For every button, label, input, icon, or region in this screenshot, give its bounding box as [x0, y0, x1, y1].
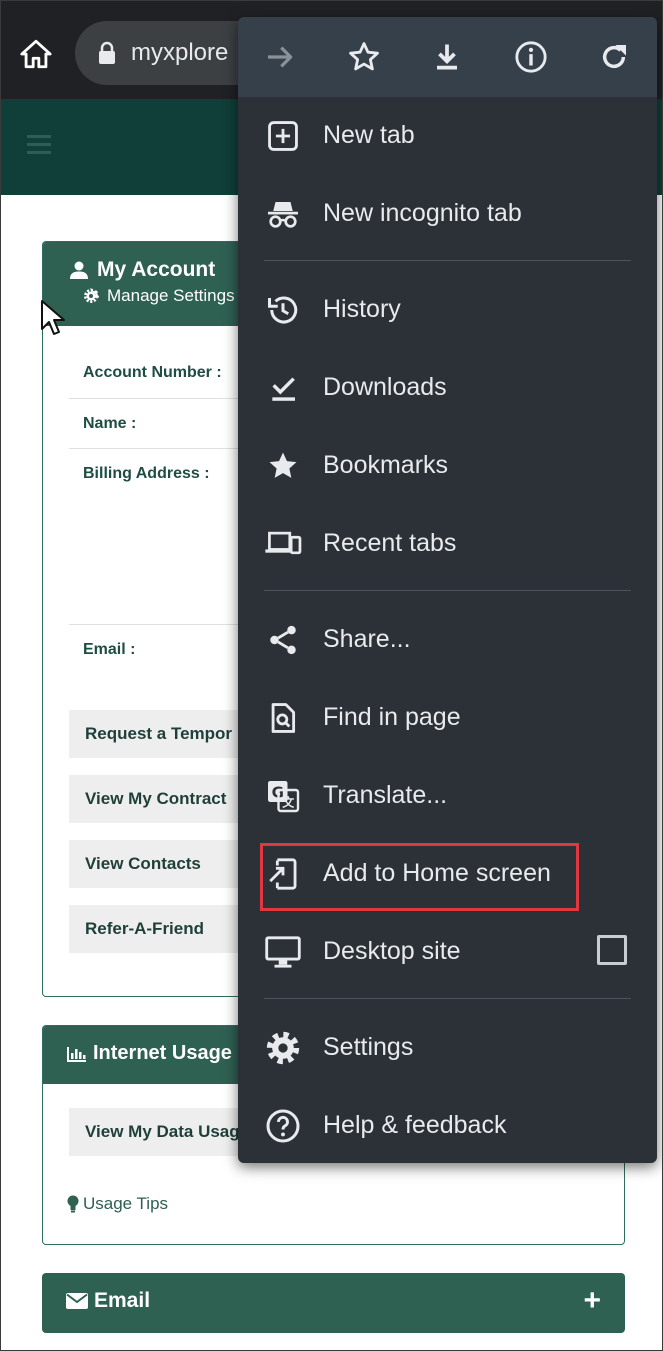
- email-label: Email :: [83, 641, 136, 658]
- lock-icon: [99, 41, 115, 64]
- history-icon: [268, 296, 298, 324]
- find-in-page-icon: [271, 703, 296, 733]
- manage-settings-link[interactable]: Manage Settings: [83, 286, 235, 306]
- downloads-icon: [272, 377, 295, 401]
- internet-usage-title: Internet Usage: [67, 1042, 232, 1065]
- menu-item-find-in-page[interactable]: Find in page: [238, 679, 657, 757]
- forward-button[interactable]: [262, 39, 298, 75]
- menu-item-new-incognito-tab[interactable]: New incognito tab: [238, 175, 657, 253]
- devices-icon: [265, 531, 302, 555]
- menu-item-translate[interactable]: G 文 Translate...: [238, 757, 657, 835]
- menu-item-settings[interactable]: Settings: [238, 1009, 657, 1087]
- desktop-site-checkbox[interactable]: [597, 935, 627, 965]
- envelope-icon: [66, 1293, 88, 1309]
- name-label: Name :: [83, 415, 137, 432]
- new-tab-icon: [268, 121, 298, 151]
- gear-small-icon: [84, 288, 99, 303]
- menu-item-downloads[interactable]: Downloads: [238, 349, 657, 427]
- home-icon: [20, 39, 52, 69]
- star-icon: [349, 42, 379, 71]
- refresh-icon: [602, 45, 626, 69]
- svg-text:文: 文: [282, 795, 295, 810]
- page-info-button[interactable]: [513, 39, 549, 75]
- menu-item-history[interactable]: History: [238, 271, 657, 349]
- translate-icon: G 文: [268, 781, 300, 813]
- gear-icon: [266, 1031, 300, 1065]
- lightbulb-icon: [67, 1195, 79, 1213]
- url-text: myxplore: [131, 39, 229, 66]
- billing-address-label: Billing Address :: [83, 465, 210, 482]
- menu-item-new-tab[interactable]: New tab: [238, 97, 657, 175]
- menu-item-desktop-site[interactable]: Desktop site: [238, 913, 657, 991]
- menu-item-share[interactable]: Share...: [238, 601, 657, 679]
- highlight-box: [260, 843, 579, 911]
- bar-chart-icon: [67, 1046, 86, 1062]
- menu-toolbar: [238, 17, 657, 97]
- email-section-header[interactable]: Email +: [42, 1273, 625, 1333]
- usage-tips-link[interactable]: Usage Tips: [67, 1194, 168, 1214]
- account-number-label: Account Number :: [83, 364, 222, 381]
- bookmark-star-button[interactable]: [346, 39, 382, 75]
- monitor-icon: [265, 936, 301, 968]
- email-title: Email: [66, 1289, 150, 1313]
- forward-icon: [268, 46, 293, 68]
- mouse-pointer-icon: [41, 300, 65, 335]
- home-button[interactable]: [15, 33, 57, 75]
- refresh-button[interactable]: [596, 39, 632, 75]
- download-icon: [437, 44, 457, 70]
- menu-divider: [264, 260, 631, 261]
- browser-overflow-menu: New tab New incognito tab History Downlo…: [238, 17, 657, 1163]
- download-page-button[interactable]: [429, 39, 465, 75]
- expand-plus-icon[interactable]: +: [583, 1284, 601, 1318]
- menu-divider: [264, 998, 631, 999]
- bookmarks-star-icon: [269, 452, 297, 478]
- user-icon: [70, 261, 88, 279]
- account-title: My Account: [69, 258, 215, 282]
- menu-item-recent-tabs[interactable]: Recent tabs: [238, 505, 657, 583]
- share-icon: [270, 625, 296, 655]
- screen: myxplore My Account Manage Settings Acco…: [0, 0, 663, 1351]
- info-icon: [515, 41, 547, 73]
- menu-item-help-feedback[interactable]: Help & feedback: [238, 1087, 657, 1165]
- help-icon: [266, 1109, 300, 1143]
- menu-item-bookmarks[interactable]: Bookmarks: [238, 427, 657, 505]
- menu-divider: [264, 590, 631, 591]
- incognito-icon: [268, 202, 298, 228]
- hamburger-menu-icon[interactable]: [27, 135, 51, 155]
